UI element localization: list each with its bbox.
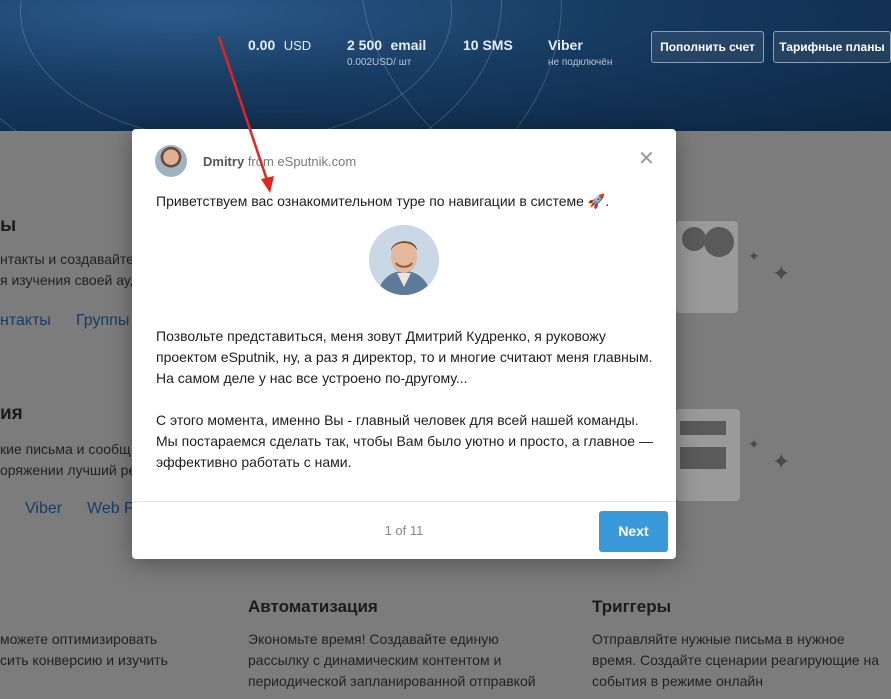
intro-paragraph-1: На самом деле у нас все устроено по-друг…: [156, 370, 468, 386]
section-messages-title: ия: [0, 403, 23, 424]
email-value: 2 500: [347, 37, 383, 53]
user-icon: [682, 227, 706, 251]
sms-value: 10 SMS: [463, 37, 513, 53]
director-photo: [369, 225, 439, 295]
automation-title: Автоматизация: [248, 597, 378, 616]
topup-button[interactable]: Пополнить счет: [651, 31, 764, 63]
envelope-icon: [680, 447, 726, 469]
triggers-title: Триггеры: [592, 597, 672, 616]
triggers-text: Отправляйте нужные письма в нужное: [592, 631, 845, 647]
sparkle-icon: ✦: [772, 449, 791, 474]
modal-footer: 1 of 11 Next: [132, 501, 676, 560]
intro-text: Приветствуем вас ознакомительном туре по…: [156, 193, 610, 209]
column-text: можете оптимизировать: [0, 631, 158, 647]
automation-text: периодической запланированной отправкой: [248, 673, 536, 689]
close-icon[interactable]: ✕: [638, 149, 655, 169]
webpush-link[interactable]: Web P: [87, 500, 135, 518]
viber-link[interactable]: Viber: [25, 500, 62, 518]
sender-avatar: [155, 145, 187, 177]
section-messages-text: кие письма и сообщ: [0, 441, 131, 457]
sparkle-icon: ✦: [772, 261, 791, 286]
groups-link[interactable]: Группы: [76, 312, 129, 330]
column-text: сить конверсию и изучить: [0, 652, 168, 668]
triggers-text: время. Создайте сценарии реагирующие на: [592, 652, 879, 668]
sparkle-icon: ✦: [748, 248, 760, 264]
next-button[interactable]: Next: [599, 511, 668, 552]
intro-paragraph-2: С этого момента, именно Вы - главный чел…: [156, 412, 639, 428]
sender-from: from eSputnik.com: [247, 153, 357, 169]
section-messages-text: оряжении лучший ре: [0, 462, 137, 478]
email-stat: 2 500 email 0.002USD/ шт: [347, 37, 426, 68]
step-counter: 1 of 11: [384, 523, 424, 538]
balance-unit: USD: [283, 38, 312, 53]
plans-button[interactable]: Тарифные планы: [773, 31, 891, 63]
contacts-link[interactable]: нтакты: [0, 312, 51, 330]
section-contacts-text: я изучения своей ау,: [0, 272, 134, 288]
section-contacts-text: нтакты и создавайте: [0, 251, 134, 267]
user-icon: [704, 227, 734, 257]
sms-stat: 10 SMS: [463, 37, 513, 55]
intro-paragraph-1: Позвольте представиться, меня зовут Дмит…: [156, 328, 606, 344]
header-decoration: [360, 0, 891, 131]
sender-line: Dmitry from eSputnik.com: [203, 154, 356, 169]
modal-header: Dmitry from eSputnik.com: [155, 144, 356, 178]
triggers-text: события в режиме онлайн: [592, 673, 763, 689]
email-price: 0.002USD/ шт: [347, 57, 412, 68]
sparkle-icon: ✦: [748, 436, 760, 452]
intro-paragraph-1: проектом eSputnik, ну, а раз я директор,…: [156, 349, 653, 365]
envelope-icon: [680, 421, 726, 435]
intro-paragraph-2: эффективно работать с нами.: [156, 454, 352, 470]
email-unit: email: [390, 37, 427, 53]
sender-name: Dmitry: [203, 153, 245, 169]
viber-value: Viber: [548, 37, 583, 53]
welcome-tour-modal: Dmitry from eSputnik.com ✕ Приветствуем …: [132, 129, 676, 559]
intro-paragraph-2: Мы постараемся сделать так, чтобы Вам бы…: [156, 433, 653, 449]
viber-stat: Viber не подключён: [548, 37, 612, 68]
section-contacts-title: ы: [0, 215, 17, 236]
viber-status: не подключён: [548, 57, 613, 68]
automation-text: рассылку с динамическим контентом и: [248, 652, 502, 668]
director-photo-image: [369, 225, 439, 295]
balance-value: 0.00: [248, 37, 276, 53]
top-header: 0.00 USD 2 500 email 0.002USD/ шт 10 SMS…: [0, 0, 891, 131]
automation-text: Экономьте время! Создавайте единую: [248, 631, 499, 647]
balance-stat: 0.00 USD: [248, 37, 311, 55]
